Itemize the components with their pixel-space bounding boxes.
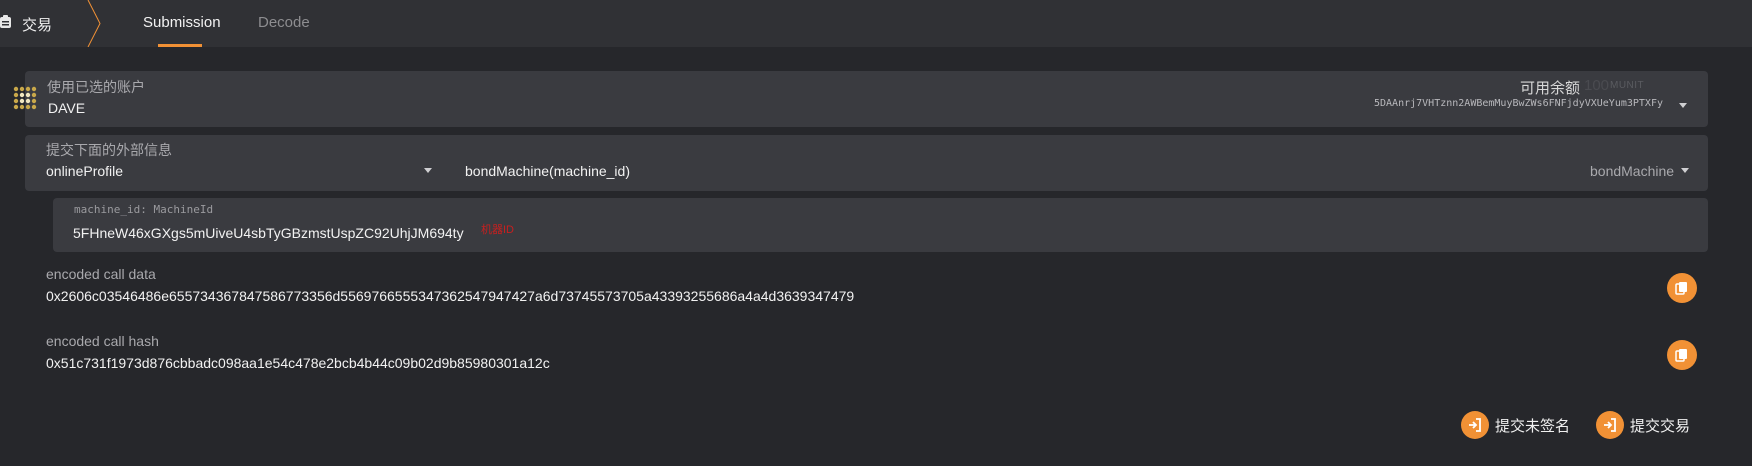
copy-icon: [1675, 282, 1687, 295]
submit-transaction-label: 提交交易: [1630, 417, 1691, 435]
sign-in-icon: [1596, 411, 1624, 439]
encoded-hash-label: encoded call hash: [46, 333, 159, 349]
method-chevron-down-icon: [1681, 168, 1689, 173]
machine-id-hint: 机器ID: [481, 224, 514, 236]
app-icon: [0, 15, 11, 28]
balance-unit: MUNIT: [1610, 80, 1645, 91]
sign-in-icon: [1461, 411, 1489, 439]
submit-unsigned-button[interactable]: 提交未签名: [1461, 411, 1570, 439]
extrinsic-label: 提交下面的外部信息: [46, 142, 172, 158]
param-label: machine_id: MachineId: [74, 203, 214, 216]
copy-icon: [1675, 349, 1687, 362]
tab-decode[interactable]: Decode: [258, 14, 310, 31]
copy-encoded-hash-button[interactable]: [1667, 340, 1697, 370]
account-label: 使用已选的账户: [47, 79, 145, 95]
balance-value: 100: [1584, 77, 1610, 94]
module-select-value: onlineProfile: [46, 163, 124, 179]
call-signature: bondMachine(machine_id): [465, 163, 630, 179]
module-select[interactable]: onlineProfile: [46, 160, 436, 182]
active-tab-indicator: [158, 44, 202, 47]
balance-label: 可用余额: [1520, 80, 1581, 97]
account-address: 5DAAnrj7VHTznn2AWBemMuyBwZWs6FNFjdyVXUeY…: [1374, 98, 1663, 109]
encoded-data-value: 0x2606c03546486e655734367847586773356d55…: [46, 288, 855, 304]
app-title: 交易: [22, 17, 53, 34]
copy-encoded-data-button[interactable]: [1667, 273, 1697, 303]
encoded-hash-value: 0x51c731f1973d876cbbadc098aa1e54c478e2bc…: [46, 355, 550, 371]
machine-id-input[interactable]: [73, 223, 473, 243]
encoded-data-label: encoded call data: [46, 266, 156, 282]
account-name: DAVE: [48, 100, 86, 116]
method-name: bondMachine: [1590, 163, 1675, 179]
account-dropdown-chevron-down-icon[interactable]: [1679, 103, 1687, 108]
breadcrumb-separator-icon: [87, 0, 101, 47]
submit-transaction-button[interactable]: 提交交易: [1596, 411, 1690, 439]
tab-submission[interactable]: Submission: [143, 14, 221, 31]
module-chevron-down-icon: [424, 168, 432, 173]
submit-unsigned-label: 提交未签名: [1495, 417, 1571, 435]
method-select[interactable]: bondMachine(machine_id) bondMachine: [465, 160, 1690, 182]
top-bar: 交易 Submission Decode: [0, 0, 1752, 47]
account-identicon-icon: [13, 86, 37, 110]
